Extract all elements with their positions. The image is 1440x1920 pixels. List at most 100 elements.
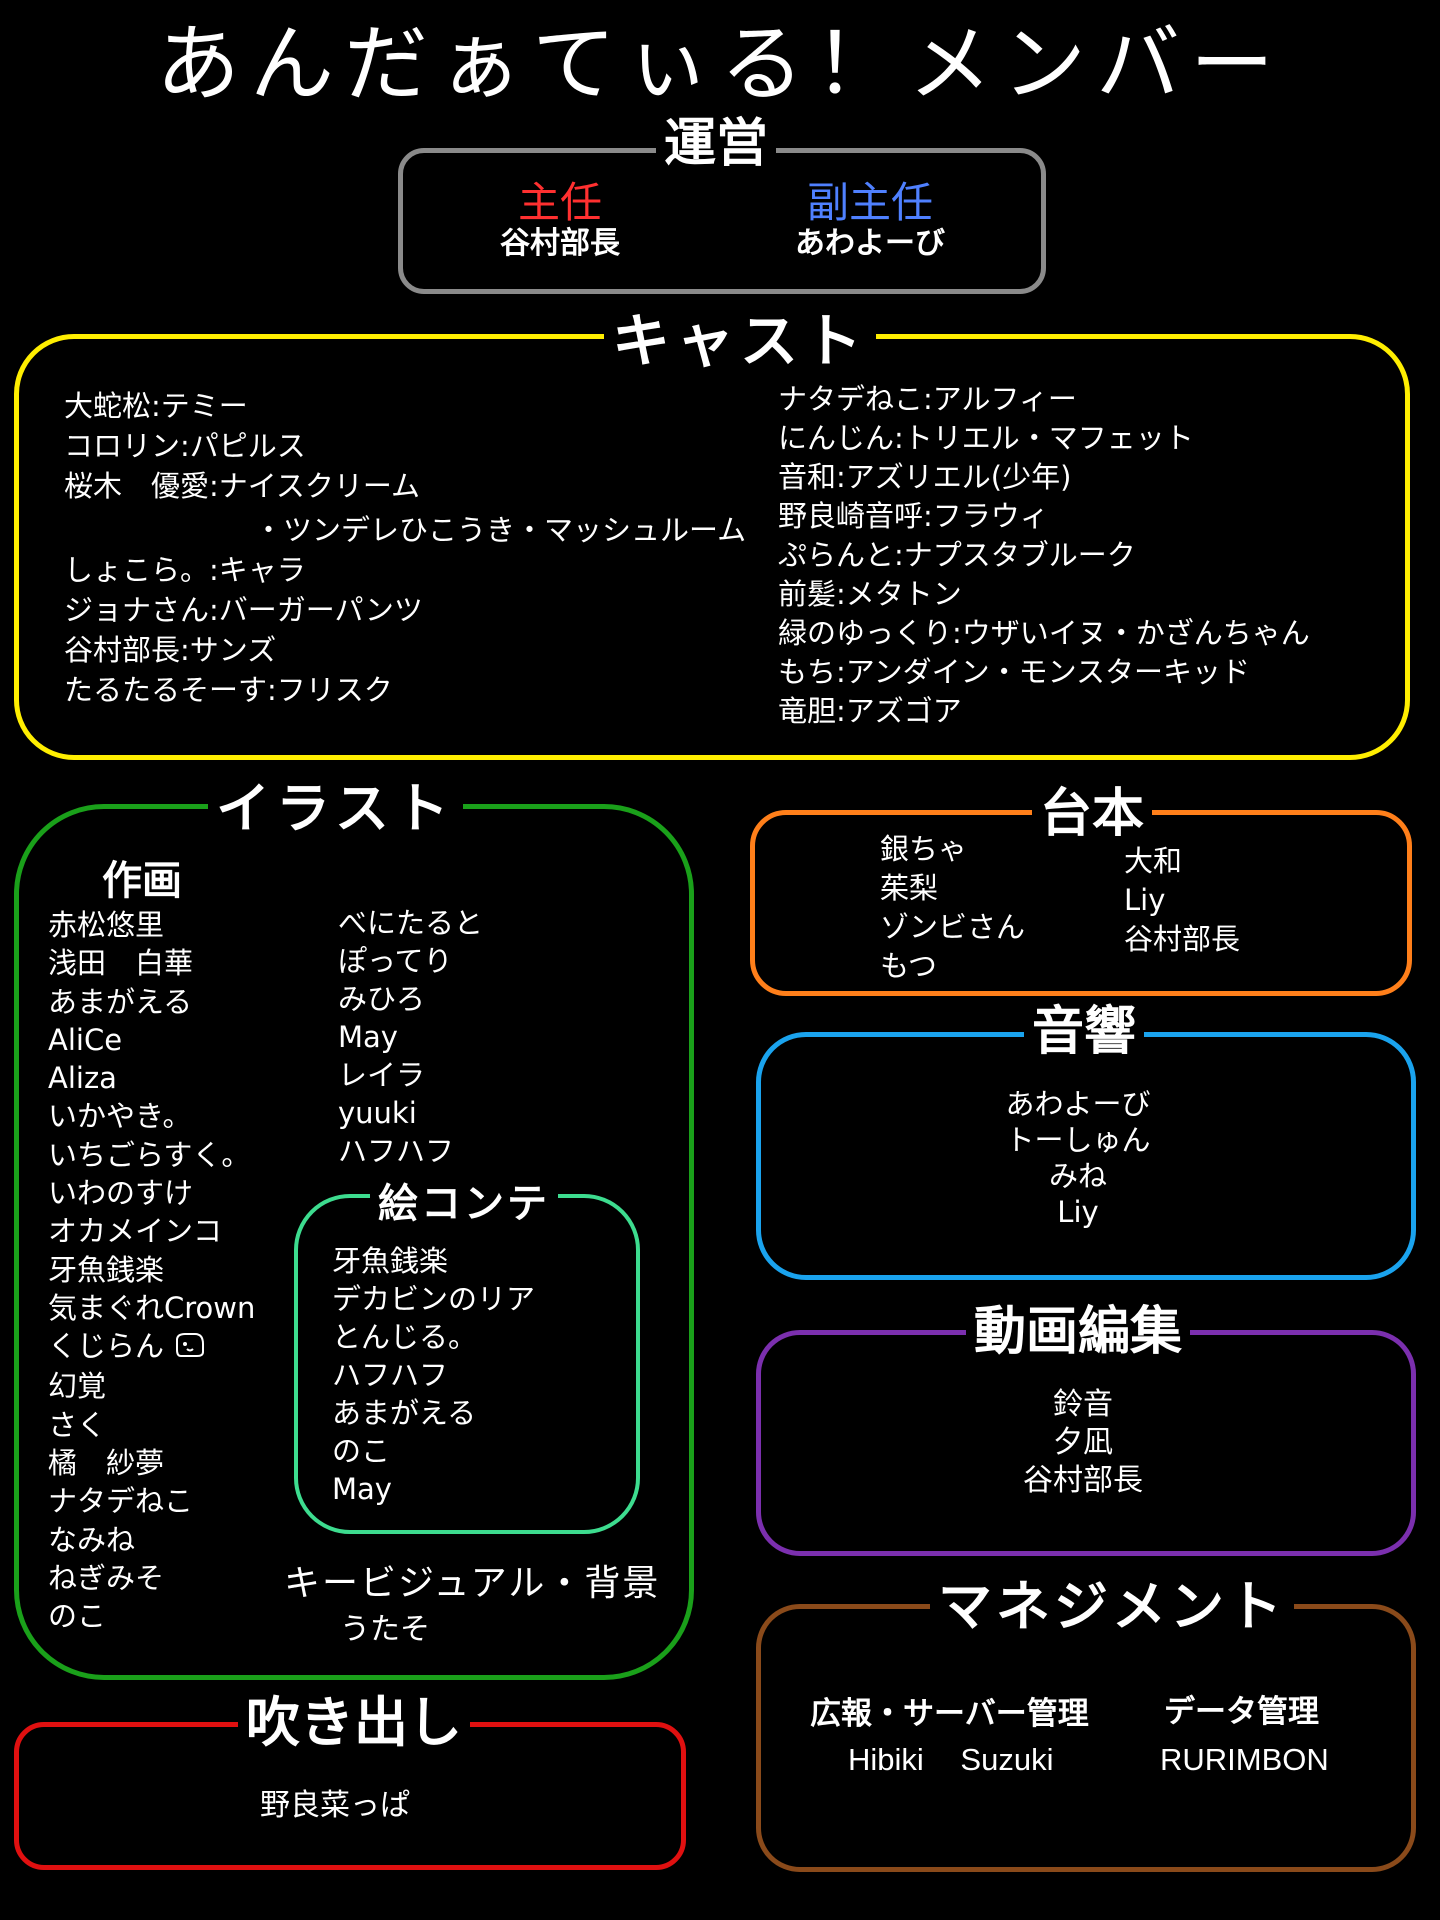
illust-name: yuuki — [338, 1096, 417, 1130]
illust-name: のこ — [48, 1599, 107, 1634]
daihon-name: 銀ちゃ — [880, 832, 968, 866]
illust-name: ナタデねこ — [48, 1484, 194, 1519]
ekonte-name: のこ — [332, 1434, 391, 1468]
fukushunin-block: 副主任 あわよーび — [780, 178, 960, 262]
pr-name: Suzuki — [960, 1742, 1054, 1777]
cast-left-item: たるたるそーす:フリスク — [64, 673, 393, 707]
pr-names: Hibiki Suzuki — [848, 1742, 1053, 1778]
daihon-left-list: 銀ちゃ 茱梨 ゾンビさん もつ — [880, 830, 1025, 986]
management-box — [756, 1604, 1416, 1872]
illust-name: さく — [48, 1407, 107, 1442]
illust-name: くじらん — [48, 1329, 165, 1364]
fukidashi-name: 野良菜っぱ — [260, 1788, 410, 1823]
data-label: データ管理 — [1164, 1694, 1319, 1730]
illust-name: 牙魚銭楽 — [48, 1252, 165, 1287]
cast-heading: キャスト — [604, 312, 877, 370]
onkyo-name: みね — [1048, 1159, 1107, 1193]
illust-name: オカメインコ — [48, 1214, 223, 1249]
daihon-name: 大和 — [1124, 844, 1183, 878]
shunin-role: 主任 — [517, 178, 602, 227]
page-title: あんだぁてぃる！メンバー — [155, 15, 1284, 113]
cast-left-item: ジョナさん:バーガーパンツ — [64, 593, 423, 627]
illust-name: ぽってり — [338, 944, 453, 978]
illust-name: ハフハフ — [338, 1134, 455, 1168]
onkyo-heading: 音響 — [1024, 1006, 1145, 1058]
douga-name: 谷村部長 — [1023, 1463, 1143, 1498]
fukushunin-role: 副主任 — [806, 178, 933, 227]
ekonte-heading: 絵コンテ — [370, 1184, 558, 1224]
ekonte-name: あまがえる — [332, 1396, 477, 1430]
illust-name: May — [338, 1020, 398, 1054]
cast-right-item: 緑のゆっくり:ウザいイヌ・かざんちゃん — [778, 616, 1310, 650]
illust-name: みひろ — [338, 982, 426, 1016]
daihon-name: もつ — [880, 949, 937, 983]
douga-list: 鈴音 夕凪 谷村部長 — [976, 1386, 1190, 1500]
cast-left-item: しょこら。:キャラ — [64, 553, 306, 587]
management-heading: マネジメント — [930, 1580, 1294, 1634]
cast-right-item: ぷらんと:ナプスタブルーク — [778, 538, 1136, 572]
illust-name: 気まぐれCrown — [48, 1290, 256, 1325]
cast-right-item: にんじん:トリエル・マフェット — [778, 421, 1194, 455]
illust-name: べにたると — [338, 906, 484, 940]
illust-name: レイラ — [338, 1058, 426, 1092]
cast-right-list: ナタデねこ:アルフィー にんじん:トリエル・マフェット 音和:アズリエル(少年)… — [778, 380, 1310, 731]
ekonte-name: デカビンのリア — [332, 1282, 536, 1316]
keyvisual-label: キービジュアル・背景 — [284, 1563, 661, 1604]
illust-name: 幻覚 — [48, 1369, 107, 1404]
keyvisual-name: うたそ — [340, 1612, 430, 1647]
illust-name: ねぎみそ — [48, 1560, 165, 1595]
illust-name-with-icon: くじらん — [48, 1327, 255, 1367]
unei-heading: 運営 — [656, 118, 777, 170]
illust-name: 赤松悠里 — [48, 908, 165, 942]
douga-name: 夕凪 — [1053, 1425, 1113, 1460]
pr-name: Hibiki — [848, 1742, 924, 1777]
douga-heading: 動画編集 — [966, 1306, 1191, 1358]
cast-left-item: 谷村部長:サンズ — [64, 633, 277, 667]
illust-name: AliCe — [48, 1022, 123, 1057]
shunin-name: 谷村部長 — [500, 226, 620, 262]
ekonte-name: 牙魚銭楽 — [332, 1244, 449, 1278]
fukushunin-name: あわよーび — [795, 226, 945, 262]
data-name: RURIMBON — [1160, 1742, 1329, 1777]
onkyo-name: あわよーび — [1005, 1087, 1151, 1121]
onkyo-name: Liy — [1057, 1195, 1099, 1229]
illust-heading: イラスト — [208, 782, 463, 836]
daihon-name: 谷村部長 — [1124, 922, 1241, 956]
cast-right-item: 野良崎音呼:フラウィ — [778, 499, 1049, 533]
whale-icon — [173, 1329, 207, 1367]
onkyo-name: トーしゅん — [1005, 1123, 1151, 1157]
daihon-right-list: 大和 Liy 谷村部長 — [1124, 842, 1240, 959]
sakuga-label: 作画 — [102, 858, 182, 904]
shunin-block: 主任 谷村部長 — [470, 178, 650, 262]
illust-name: いわのすけ — [48, 1176, 194, 1211]
illust-col2-list: べにたると ぽってり みひろ May レイラ yuuki ハフハフ — [338, 904, 483, 1170]
daihon-name: 茱梨 — [880, 871, 939, 905]
ekonte-name: とんじる。 — [332, 1320, 478, 1354]
illust-name: あまがえる — [48, 984, 193, 1019]
cast-right-item: もち:アンダイン・モンスターキッド — [778, 655, 1251, 689]
illust-name: なみね — [48, 1522, 136, 1557]
cast-left-item: 桜木 優愛:ナイスクリーム — [64, 469, 421, 503]
illust-name: いちごらすく。 — [48, 1137, 251, 1172]
pr-label: 広報・サーバー管理 — [810, 1696, 1089, 1732]
daihon-heading: 台本 — [1032, 788, 1153, 840]
cast-left-list: 大蛇松:テミー コロリン:パピルス 桜木 優愛:ナイスクリーム ・ツンデレひこう… — [64, 386, 746, 710]
daihon-name: ゾンビさん — [880, 910, 1026, 944]
daihon-name: Liy — [1124, 883, 1166, 917]
illust-col1-list: 赤松悠里 浅田 白華 あまがえる AliCe Aliza いかやき。 いちごらす… — [48, 906, 255, 1635]
ekonte-name: May — [332, 1472, 392, 1506]
illust-name: 橘 紗夢 — [48, 1446, 165, 1480]
cast-right-item: ナタデねこ:アルフィー — [778, 382, 1077, 416]
illust-name: いかやき。 — [48, 1099, 192, 1134]
cast-left-item: ・ツンデレひこうき・マッシュルーム — [254, 513, 747, 547]
cast-left-item: コロリン:パピルス — [64, 429, 306, 463]
fukidashi-heading: 吹き出し — [238, 1696, 470, 1750]
cast-right-item: 前髪:メタトン — [778, 577, 962, 611]
ekonte-list: 牙魚銭楽 デカビンのリア とんじる。 ハフハフ あまがえる のこ May — [332, 1242, 535, 1508]
illust-name: Aliza — [48, 1061, 117, 1096]
cast-right-item: 音和:アズリエル(少年) — [778, 460, 1072, 494]
douga-name: 鈴音 — [1053, 1387, 1113, 1422]
illust-name: 浅田 白華 — [48, 946, 194, 981]
onkyo-list: あわよーび トーしゅん みね Liy — [956, 1086, 1200, 1230]
cast-right-item: 竜胆:アズゴア — [778, 694, 962, 728]
